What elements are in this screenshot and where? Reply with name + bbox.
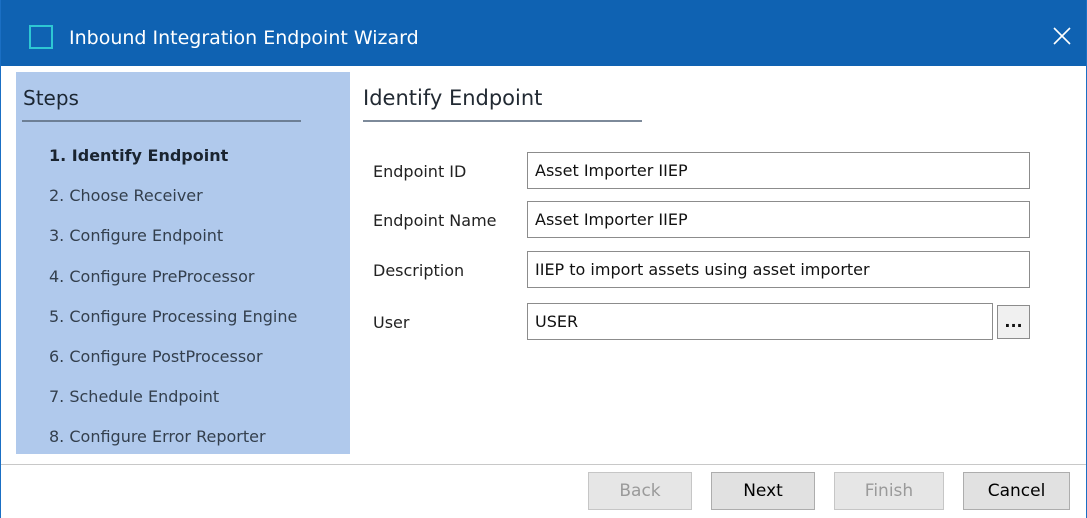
footer-divider: [1, 464, 1086, 465]
step-identify-endpoint: 1. Identify Endpoint: [49, 146, 229, 165]
finish-button[interactable]: Finish: [834, 472, 944, 510]
cancel-button[interactable]: Cancel: [963, 472, 1070, 510]
step-configure-error-reporter: 8. Configure Error Reporter: [49, 427, 266, 447]
back-button[interactable]: Back: [588, 472, 692, 510]
description-label: Description: [373, 261, 465, 280]
step-configure-endpoint: 3. Configure Endpoint: [49, 226, 224, 246]
user-browse-button[interactable]: ...: [997, 305, 1030, 339]
wizard-window: Inbound Integration Endpoint Wizard Step…: [0, 0, 1087, 518]
window-icon: [29, 25, 53, 49]
window-title: Inbound Integration Endpoint Wizard: [69, 27, 419, 49]
endpoint-name-label: Endpoint Name: [373, 211, 497, 230]
next-button[interactable]: Next: [711, 472, 815, 510]
page-title-divider: [363, 120, 642, 122]
page-title: Identify Endpoint: [363, 86, 543, 110]
endpoint-name-input[interactable]: [527, 201, 1030, 238]
endpoint-id-label: Endpoint ID: [373, 162, 467, 181]
step-configure-postprocessor: 6. Configure PostProcessor: [49, 346, 263, 366]
steps-panel: Steps 1. Identify Endpoint 2. Choose Rec…: [16, 72, 350, 454]
step-configure-preprocessor: 4. Configure PreProcessor: [49, 266, 255, 286]
endpoint-id-input[interactable]: [527, 152, 1030, 189]
step-choose-receiver: 2. Choose Receiver: [49, 186, 203, 206]
steps-divider: [22, 120, 301, 122]
user-input[interactable]: [527, 303, 993, 340]
description-input[interactable]: [527, 251, 1030, 288]
step-configure-processing-engine: 5. Configure Processing Engine: [49, 306, 298, 326]
steps-title: Steps: [23, 86, 79, 110]
title-bar: Inbound Integration Endpoint Wizard: [1, 0, 1086, 66]
close-button[interactable]: [1036, 14, 1086, 58]
step-schedule-endpoint: 7. Schedule Endpoint: [49, 387, 220, 407]
steps-list: 1. Identify Endpoint 2. Choose Receiver …: [49, 145, 297, 467]
user-label: User: [373, 313, 410, 332]
close-icon: [1053, 27, 1071, 45]
